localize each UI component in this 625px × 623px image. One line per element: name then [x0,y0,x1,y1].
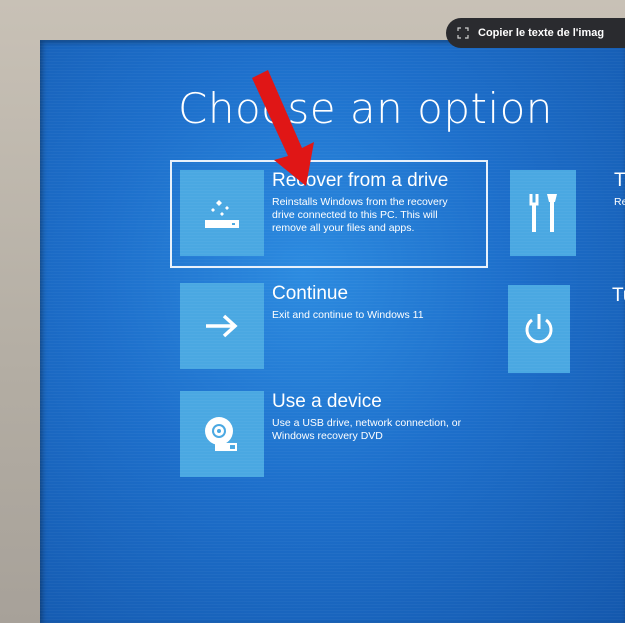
option-troubleshoot[interactable]: T Re [510,170,625,260]
option-name: Continue [272,283,349,304]
option-description: Exit and continue to Windows 11 [272,309,424,321]
option-description: Use a USB drive, network connection, or … [272,417,462,442]
option-recover-from-drive[interactable]: Recover from a drive Reinstalls Windows … [180,170,480,260]
page-title: Choose an option [178,84,553,133]
option-description: Reinstalls Windows from the recovery dri… [272,196,448,234]
wrench-screwdriver-icon [510,170,576,256]
option-use-a-device[interactable]: Use a device Use a USB drive, network co… [180,391,480,481]
option-name: Use a device [272,391,382,412]
copy-text-chip[interactable]: Copier le texte de l'imag [446,18,625,48]
recovery-screen: Choose an option Recover from a drive Re… [40,40,625,623]
chip-label: Copier le texte de l'imag [478,27,605,39]
disc-device-icon [180,391,264,477]
option-description: Re [614,196,625,208]
red-annotation-arrow-icon [252,70,314,186]
option-name: Tu [612,285,625,306]
option-name: T [614,170,625,191]
option-turn-off[interactable]: Tu [508,285,625,375]
arrow-right-icon [180,283,264,369]
option-continue[interactable]: Continue Exit and continue to Windows 11 [180,283,480,373]
text-scan-icon [456,26,470,40]
power-icon [508,285,570,373]
